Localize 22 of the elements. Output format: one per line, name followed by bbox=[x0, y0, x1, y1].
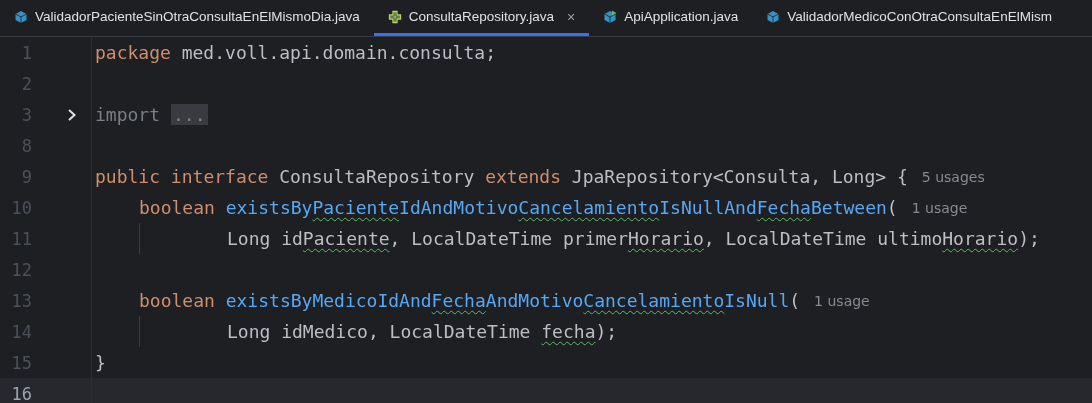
code-line: Long idMedico, LocalDateTime fecha); bbox=[227, 321, 618, 342]
cube-icon bbox=[603, 9, 618, 24]
cube-icon bbox=[14, 9, 28, 24]
usage-hint[interactable]: 1 usage bbox=[911, 199, 968, 216]
interface-icon bbox=[387, 9, 402, 24]
editor-tab[interactable]: ValidadorPacienteSinOtraConsultaEnElMismoDia.java bbox=[0, 0, 374, 36]
code-line: } bbox=[95, 352, 106, 373]
code-line: boolean existsByPacienteIdAndMotivoCancelamientoIsNullAndFechaBetween( bbox=[139, 197, 898, 218]
code-line: public interface ConsultaRepository extends JpaRepository<Consulta, Long> { bbox=[95, 166, 908, 187]
usage-hint[interactable]: 5 usages bbox=[921, 168, 985, 185]
cube-icon bbox=[766, 9, 781, 24]
editor-tab[interactable]: ConsultaRepository.java × bbox=[373, 0, 590, 36]
code-line: boolean existsByMedicoIdAndFechaAndMotivoCancelamientoIsNull( bbox=[139, 290, 801, 311]
close-tab-button[interactable]: × bbox=[567, 8, 576, 25]
editor-tab[interactable]: ValidadorMedicoConOtraConsultaEnElMism bbox=[752, 0, 1066, 36]
code-line: Long idPaciente, LocalDateTime primerHorario, LocalDateTime ultimoHorario); bbox=[227, 228, 1040, 249]
code-line: package med.voll.api.domain.consulta; bbox=[95, 42, 496, 63]
expand-chevron-icon[interactable] bbox=[66, 107, 77, 122]
line-number: 16 bbox=[10, 383, 32, 403]
code-line: import bbox=[95, 104, 161, 125]
usage-hint[interactable]: 1 usage bbox=[814, 292, 870, 309]
editor-tab[interactable]: ApiApplication.java bbox=[589, 0, 753, 36]
